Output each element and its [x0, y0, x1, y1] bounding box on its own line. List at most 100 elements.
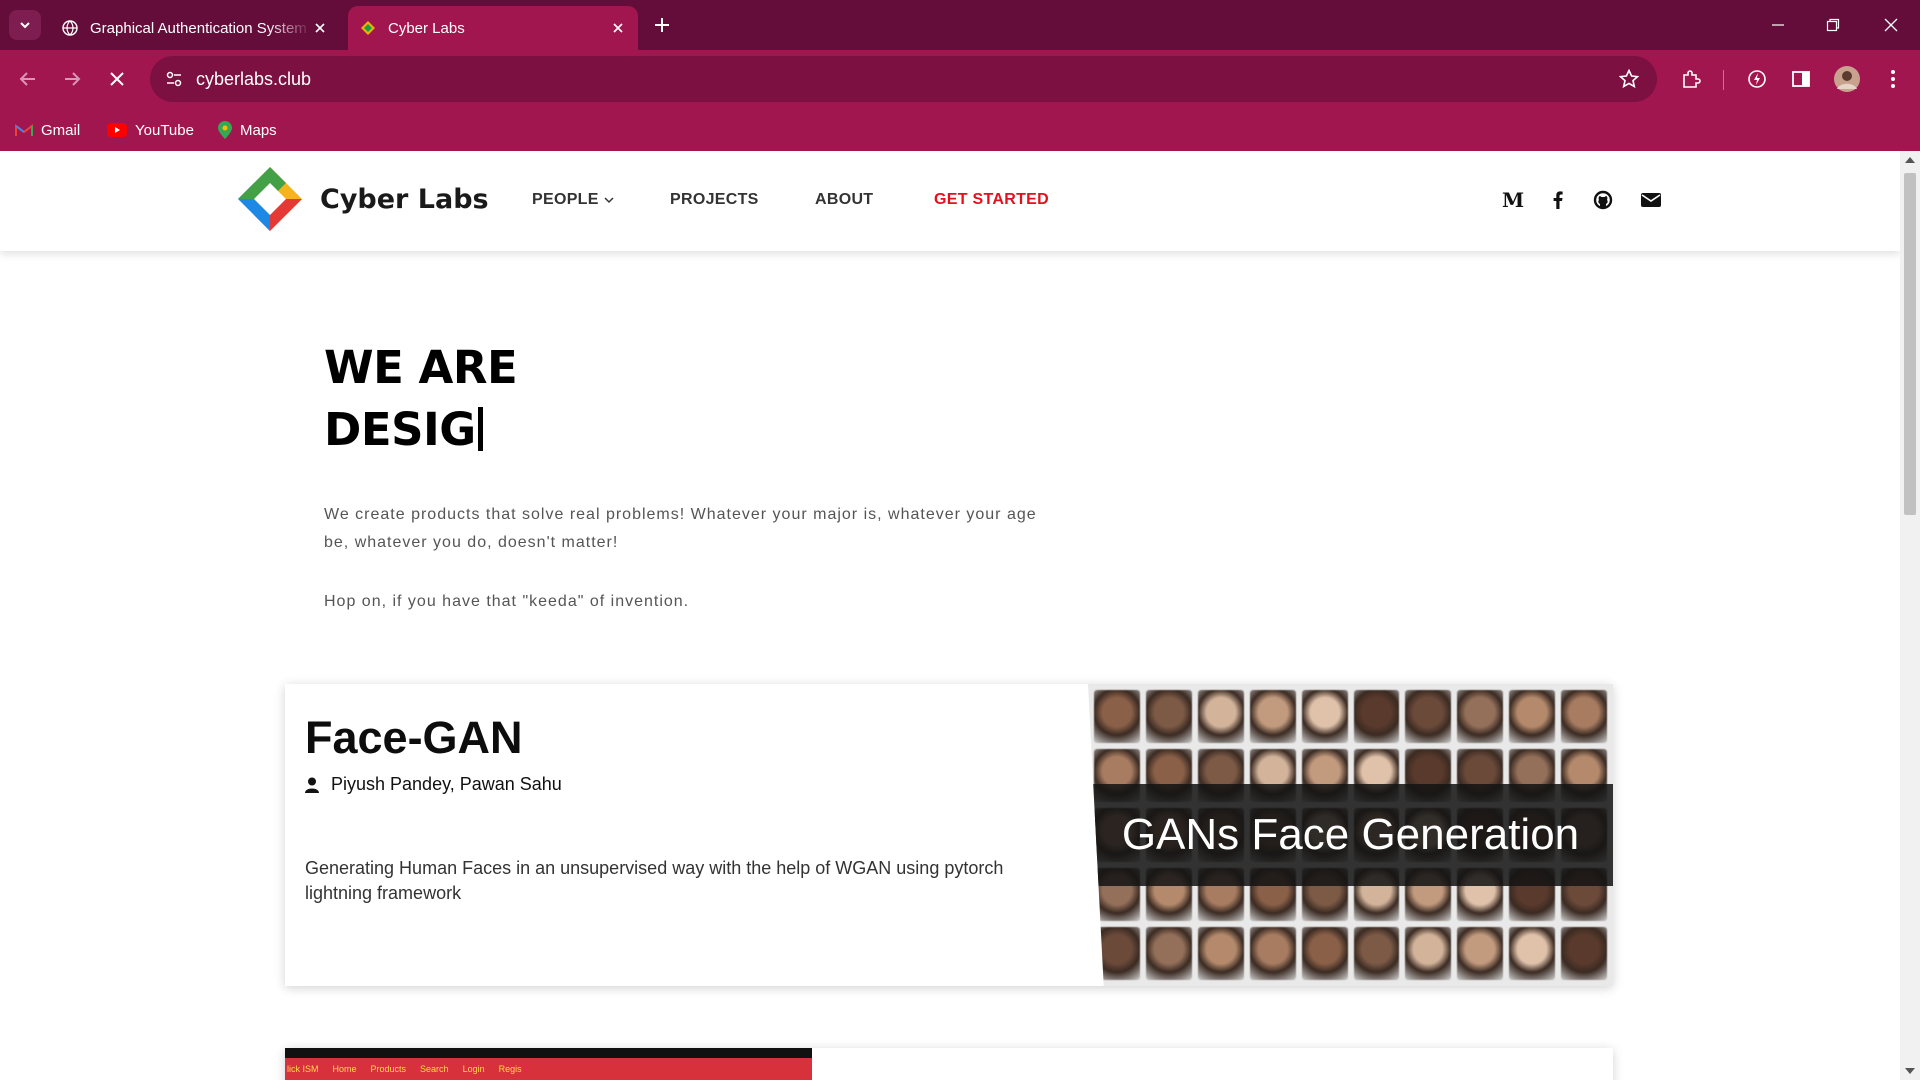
preview-nav-item: Products	[370, 1064, 407, 1074]
restore-button[interactable]	[1820, 12, 1846, 38]
face-thumbnail	[1353, 690, 1400, 744]
close-icon	[1884, 18, 1898, 32]
email-icon[interactable]	[1640, 189, 1662, 211]
project-card[interactable]: Face-GAN Piyush Pandey, Pawan Sahu Gener…	[285, 684, 1613, 986]
restore-icon	[1826, 18, 1840, 32]
brand-name[interactable]: Cyber Labs	[320, 184, 489, 215]
new-tab-button[interactable]	[650, 13, 674, 37]
scroll-down-arrow-icon[interactable]	[1905, 1068, 1915, 1074]
browser-tab-bar: Graphical Authentication System Cyber La…	[0, 0, 1920, 50]
arrow-right-icon	[65, 72, 81, 86]
face-thumbnail	[1509, 926, 1556, 980]
preview-nav-item: Home	[332, 1064, 357, 1074]
site-info-icon[interactable]	[160, 65, 188, 93]
side-panel-button[interactable]	[1786, 64, 1816, 94]
preview-nav-item: lick ISM	[287, 1064, 319, 1074]
face-thumbnail	[1249, 690, 1296, 744]
page-scrollbar[interactable]	[1900, 151, 1920, 1080]
performance-button[interactable]	[1742, 64, 1772, 94]
menu-button[interactable]	[1878, 64, 1908, 94]
cyberlabs-favicon-icon	[361, 21, 375, 35]
back-button[interactable]	[13, 64, 43, 94]
face-thumbnail	[1457, 926, 1504, 980]
project-description: Generating Human Faces in an unsupervise…	[305, 858, 1004, 903]
project-title[interactable]: Face-GAN	[305, 712, 523, 764]
bookmark-youtube[interactable]: YouTube	[107, 117, 194, 143]
cyberlabs-logo-icon[interactable]	[236, 165, 304, 233]
minimize-button[interactable]	[1765, 12, 1791, 38]
user-icon	[305, 777, 319, 793]
chevron-down-icon	[604, 197, 614, 204]
facebook-icon[interactable]	[1547, 189, 1569, 211]
puzzle-icon	[1683, 70, 1701, 88]
nav-about[interactable]: ABOUT	[815, 191, 873, 209]
chevron-down-icon	[20, 22, 30, 29]
nav-people[interactable]: PEOPLE	[532, 191, 615, 209]
tab-cyber-labs[interactable]: Cyber Labs	[348, 6, 638, 50]
tab-title: Cyber Labs	[388, 19, 465, 37]
nav-people-label: PEOPLE	[532, 191, 599, 208]
face-thumbnail	[1197, 690, 1244, 744]
tab-graphical-auth[interactable]: Graphical Authentication System	[50, 6, 340, 50]
face-thumbnail	[1353, 926, 1400, 980]
face-thumbnail	[1094, 690, 1140, 744]
bookmark-gmail[interactable]: Gmail	[15, 117, 80, 143]
url-text[interactable]: cyberlabs.club	[196, 69, 311, 90]
github-icon[interactable]	[1592, 189, 1614, 211]
forward-button[interactable]	[57, 64, 87, 94]
avatar	[1834, 66, 1860, 92]
nav-projects[interactable]: PROJECTS	[670, 191, 759, 209]
bookmark-label: Maps	[240, 121, 277, 139]
close-window-button[interactable]	[1878, 12, 1904, 38]
face-thumbnail	[1405, 690, 1452, 744]
bookmark-label: Gmail	[41, 121, 81, 139]
bookmark-star-icon[interactable]	[1617, 67, 1641, 91]
face-thumbnail	[1145, 690, 1192, 744]
close-icon	[110, 72, 124, 86]
face-thumbnail	[1145, 926, 1192, 980]
scroll-up-arrow-icon[interactable]	[1905, 157, 1915, 163]
hero-hop-text: Hop on, if you have that "keeda" of inve…	[324, 593, 690, 610]
plus-icon	[655, 18, 669, 32]
face-thumbnail	[1561, 690, 1607, 744]
nav-get-started[interactable]: GET STARTED	[934, 191, 1049, 209]
image-caption: GANs Face Generation	[1088, 784, 1613, 886]
project-card[interactable]: lick ISM Home Products Search Login Regis	[285, 1048, 1613, 1080]
face-thumbnail	[1509, 690, 1556, 744]
medium-icon[interactable]: M	[1502, 189, 1524, 211]
hero-title-line1: WE ARE	[324, 341, 518, 394]
project-image[interactable]: GANs Face Generation	[1088, 684, 1613, 986]
tab-search-button[interactable]	[9, 10, 41, 40]
face-thumbnail	[1405, 926, 1452, 980]
hero-title-line2: DESIG	[324, 399, 517, 461]
scrollbar-thumb[interactable]	[1904, 173, 1916, 515]
face-thumbnail	[1301, 926, 1348, 980]
site-navbar: Cyber Labs PEOPLE PROJECTS ABOUT GET STA…	[0, 151, 1900, 251]
stop-loading-button[interactable]	[102, 64, 132, 94]
bookmarks-bar: Gmail YouTube Maps	[0, 108, 1920, 151]
typed-text: DESIG	[324, 403, 476, 456]
close-icon[interactable]	[610, 20, 626, 36]
face-thumbnail	[1457, 690, 1504, 744]
face-thumbnail	[1094, 926, 1140, 980]
face-thumbnail	[1197, 926, 1244, 980]
face-thumbnail	[1301, 690, 1348, 744]
speed-icon	[1748, 70, 1766, 88]
preview-nav-item: Regis	[498, 1064, 522, 1074]
globe-icon	[62, 20, 78, 36]
profile-button[interactable]	[1832, 64, 1862, 94]
bookmark-label: YouTube	[135, 121, 194, 139]
preview-nav-item: Login	[462, 1064, 485, 1074]
extensions-button[interactable]	[1676, 64, 1706, 94]
bookmark-maps[interactable]: Maps	[218, 117, 277, 143]
more-vertical-icon	[1891, 70, 1895, 88]
preview-nav-item: Search	[420, 1064, 449, 1074]
typing-cursor	[477, 407, 483, 451]
hero-description: We create products that solve real probl…	[324, 506, 1037, 551]
face-thumbnail	[1249, 926, 1296, 980]
face-thumbnail	[1561, 926, 1607, 980]
address-bar[interactable]: cyberlabs.club	[150, 56, 1657, 102]
project-preview-navbar: lick ISM Home Products Search Login Regis	[285, 1058, 812, 1080]
close-icon[interactable]	[312, 20, 328, 36]
project-image[interactable]: lick ISM Home Products Search Login Regis	[285, 1048, 812, 1080]
